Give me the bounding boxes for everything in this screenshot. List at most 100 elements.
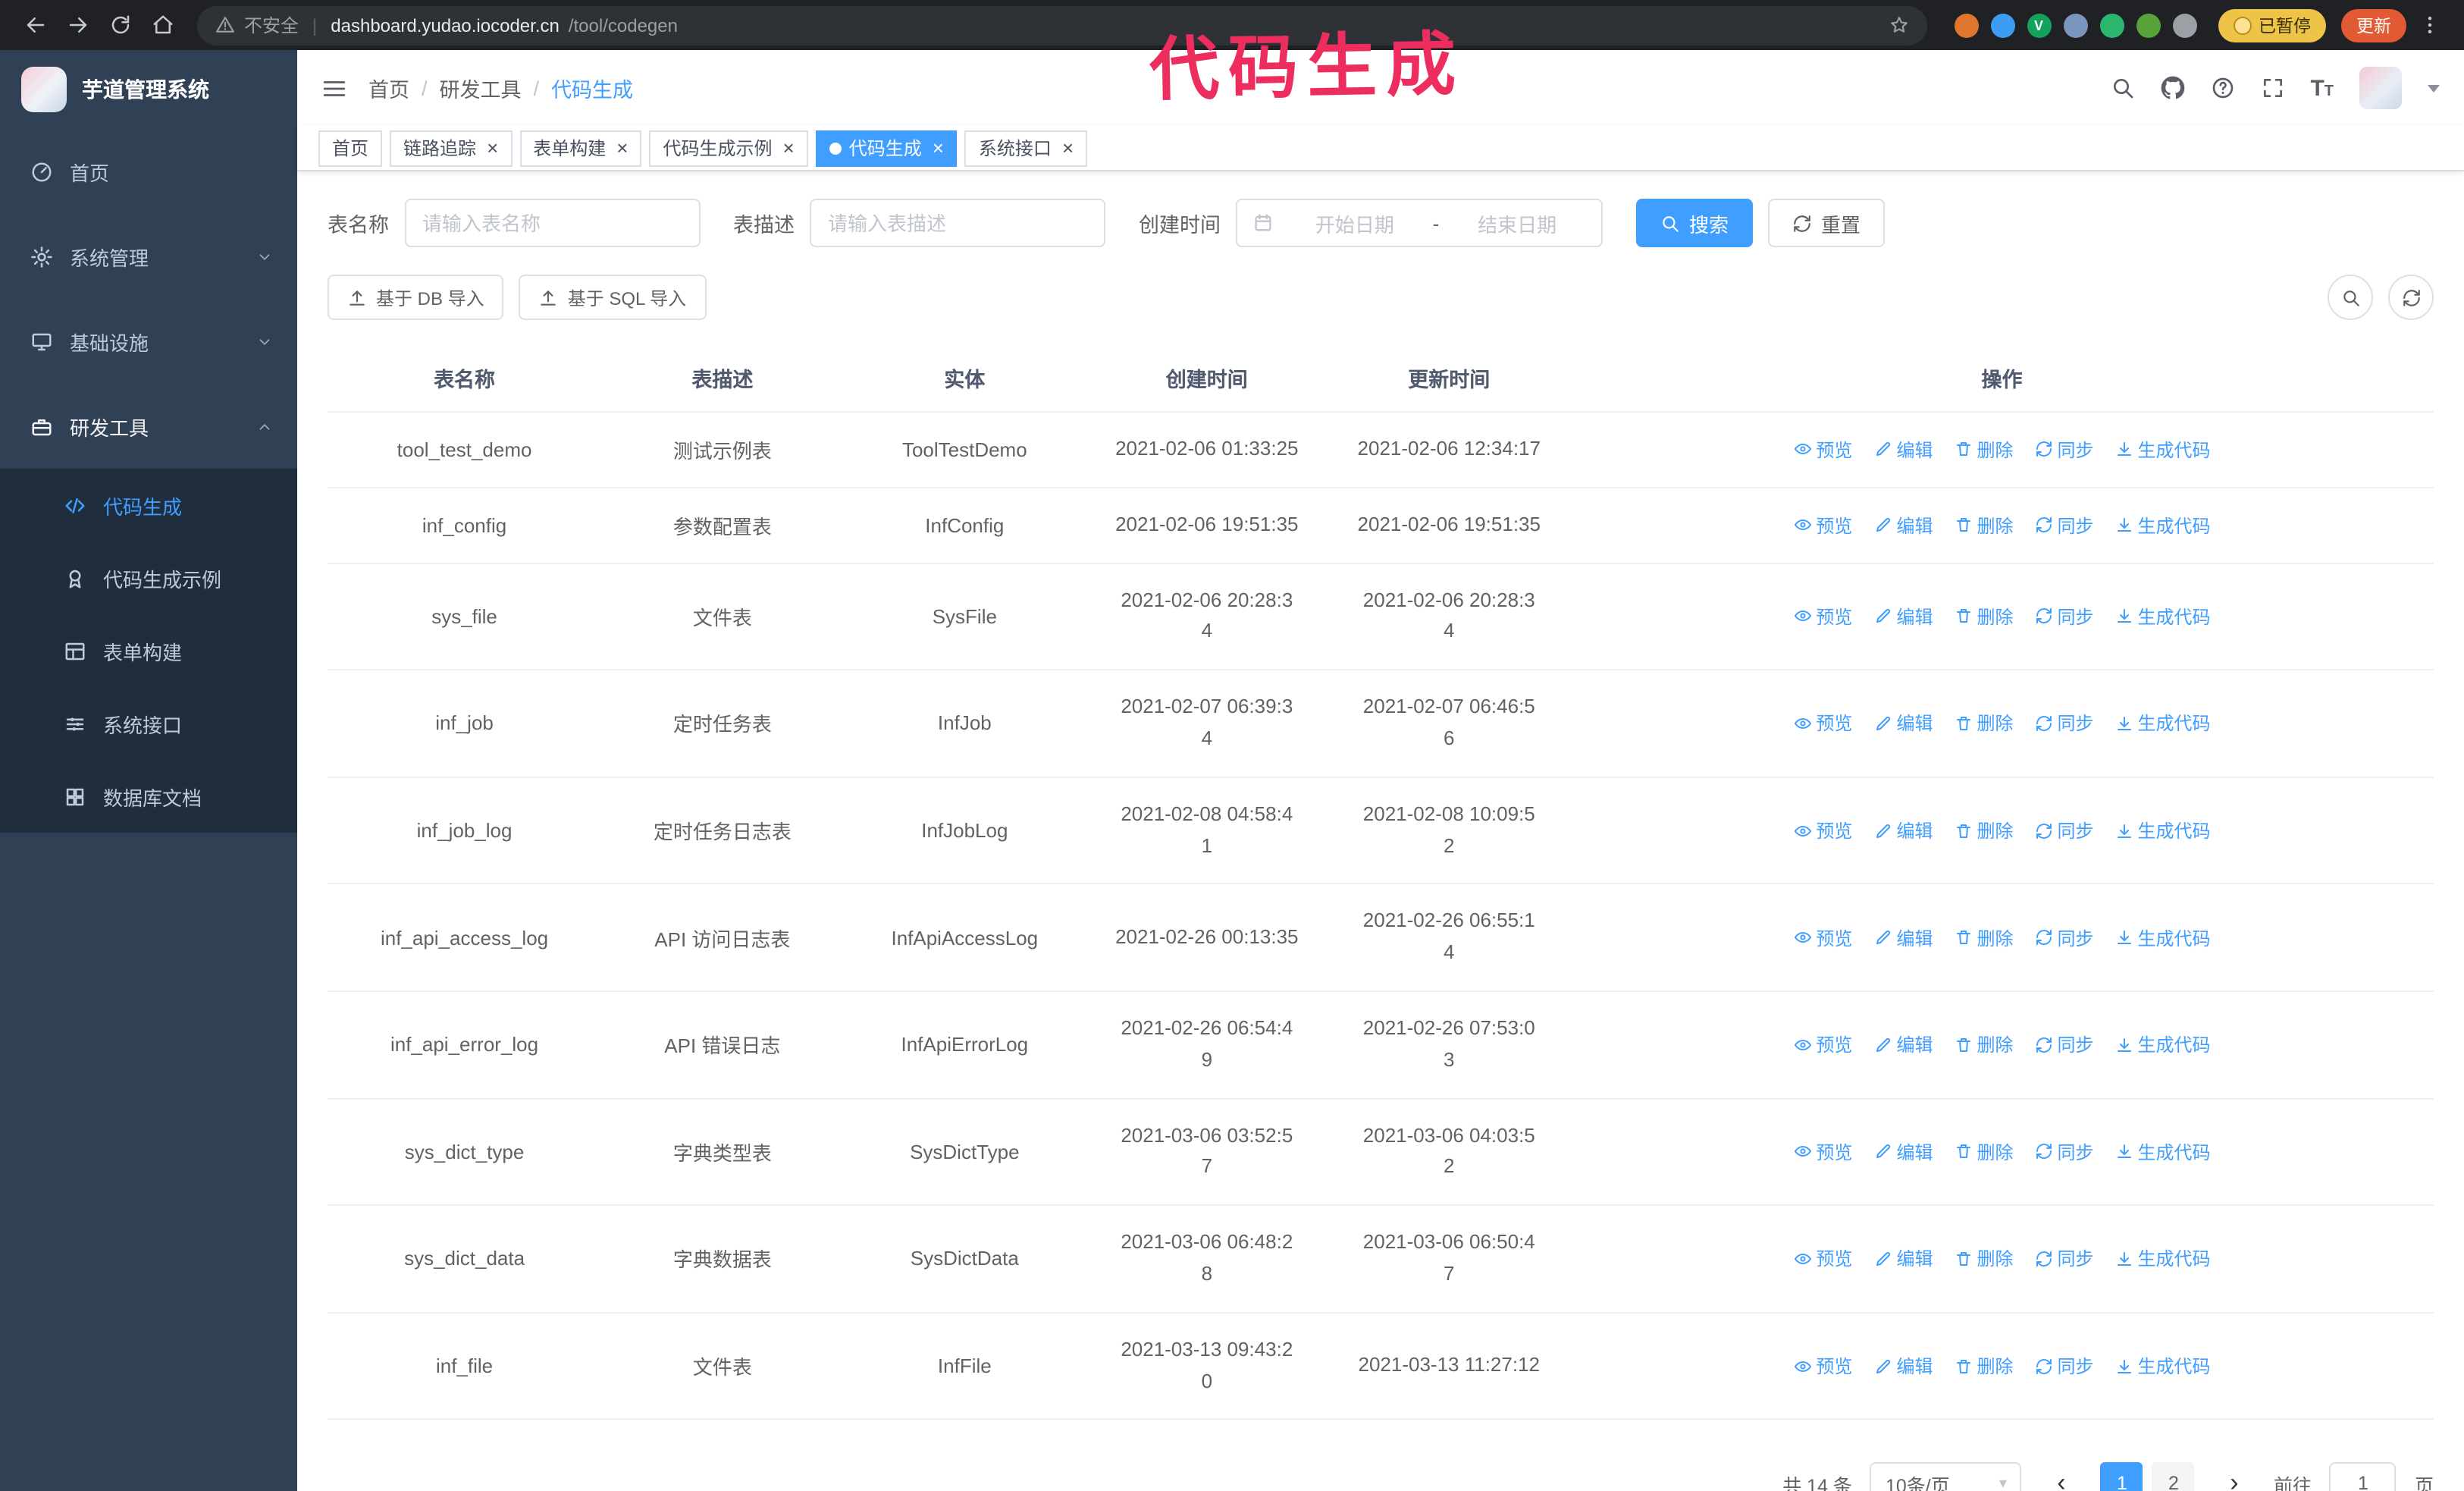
eye-action-link[interactable]: 预览 xyxy=(1793,1032,1852,1058)
eye-action-link[interactable]: 预览 xyxy=(1793,818,1852,843)
eye-action-link[interactable]: 预览 xyxy=(1793,1353,1852,1379)
font-size-icon[interactable]: TT xyxy=(2310,77,2334,99)
eye-action-link[interactable]: 预览 xyxy=(1793,711,1852,736)
tab-6[interactable]: 系统接口 × xyxy=(964,130,1088,166)
page-button-2[interactable]: 2 xyxy=(2152,1462,2195,1491)
tab-3[interactable]: 表单构建 × xyxy=(519,130,642,166)
breadcrumb-item-2[interactable]: 研发工具 xyxy=(440,73,522,103)
edit-action-link[interactable]: 编辑 xyxy=(1873,1246,1933,1272)
goto-page-input[interactable] xyxy=(2329,1462,2397,1491)
breadcrumb-item-1[interactable]: 首页 xyxy=(368,73,409,103)
sync-action-link[interactable]: 同步 xyxy=(2035,437,2094,463)
sync-action-link[interactable]: 同步 xyxy=(2035,1032,2094,1058)
edit-action-link[interactable]: 编辑 xyxy=(1873,1032,1933,1058)
eye-action-link[interactable]: 预览 xyxy=(1793,1139,1852,1165)
close-icon[interactable]: × xyxy=(487,138,498,158)
v-extension-icon[interactable]: V xyxy=(2027,13,2051,37)
tab-4[interactable]: 代码生成示例 × xyxy=(649,130,808,166)
sync-action-link[interactable]: 同步 xyxy=(2035,512,2094,538)
edit-action-link[interactable]: 编辑 xyxy=(1873,437,1933,463)
bookmark-star-icon[interactable] xyxy=(1889,15,1908,35)
tab-5[interactable]: 代码生成 × xyxy=(815,130,958,166)
sidebar-item-7[interactable]: 表单构建 xyxy=(0,614,297,687)
download-action-link[interactable]: 生成代码 xyxy=(2115,1139,2211,1165)
delete-action-link[interactable]: 删除 xyxy=(1954,1353,2014,1379)
security-label[interactable]: 不安全 xyxy=(244,12,299,38)
table-name-input[interactable] xyxy=(404,199,700,247)
eye-action-link[interactable]: 预览 xyxy=(1793,924,1852,950)
edit-action-link[interactable]: 编辑 xyxy=(1873,512,1933,538)
edit-action-link[interactable]: 编辑 xyxy=(1873,1139,1933,1165)
delete-action-link[interactable]: 删除 xyxy=(1954,512,2014,538)
browser-home-button[interactable] xyxy=(143,5,182,45)
download-action-link[interactable]: 生成代码 xyxy=(2115,604,2211,629)
prev-page-button[interactable]: ‹ xyxy=(2040,1463,2083,1491)
sync-action-link[interactable]: 同步 xyxy=(2035,1246,2094,1272)
browser-update-button[interactable]: 更新 xyxy=(2341,8,2406,42)
sync-action-link[interactable]: 同步 xyxy=(2035,1139,2094,1165)
tab-2[interactable]: 链路追踪 × xyxy=(390,130,513,166)
download-action-link[interactable]: 生成代码 xyxy=(2115,1353,2211,1379)
sidebar-toggle-button[interactable] xyxy=(321,75,347,101)
sync-action-link[interactable]: 同步 xyxy=(2035,1353,2094,1379)
edit-action-link[interactable]: 编辑 xyxy=(1873,711,1933,736)
search-icon[interactable] xyxy=(2110,76,2134,100)
import-sql-button[interactable]: 基于 SQL 导入 xyxy=(519,275,707,320)
download-action-link[interactable]: 生成代码 xyxy=(2115,711,2211,736)
eye-action-link[interactable]: 预览 xyxy=(1793,604,1852,629)
table-desc-input[interactable] xyxy=(810,199,1105,247)
download-action-link[interactable]: 生成代码 xyxy=(2115,1246,2211,1272)
sidebar-item-5[interactable]: 代码生成 xyxy=(0,469,297,541)
edit-action-link[interactable]: 编辑 xyxy=(1873,818,1933,843)
avatar-caret-icon[interactable] xyxy=(2428,84,2440,92)
import-db-button[interactable]: 基于 DB 导入 xyxy=(328,275,504,320)
fox-extension-icon[interactable] xyxy=(1954,13,1978,37)
sync-action-link[interactable]: 同步 xyxy=(2035,604,2094,629)
page-size-select[interactable]: 10条/页 ▾ xyxy=(1870,1462,2022,1491)
date-end-placeholder[interactable]: 结束日期 xyxy=(1448,209,1586,237)
delete-action-link[interactable]: 删除 xyxy=(1954,818,2014,843)
edit-action-link[interactable]: 编辑 xyxy=(1873,1353,1933,1379)
reset-button[interactable]: 重置 xyxy=(1768,199,1886,247)
sidebar-item-3[interactable]: 基础设施 xyxy=(0,299,297,384)
github-icon[interactable] xyxy=(2160,76,2184,100)
sidebar-item-2[interactable]: 系统管理 xyxy=(0,214,297,299)
delete-action-link[interactable]: 删除 xyxy=(1954,437,2014,463)
wallet-extension-icon[interactable] xyxy=(2099,13,2124,37)
delete-action-link[interactable]: 删除 xyxy=(1954,604,2014,629)
leaf-extension-icon[interactable] xyxy=(2136,13,2160,37)
sidebar-item-9[interactable]: 数据库文档 xyxy=(0,760,297,833)
eye-action-link[interactable]: 预览 xyxy=(1793,437,1852,463)
close-icon[interactable]: × xyxy=(616,138,628,158)
address-bar[interactable]: 不安全 | dashboard.yudao.iocoder.cn/tool/co… xyxy=(197,5,1926,45)
download-action-link[interactable]: 生成代码 xyxy=(2115,818,2211,843)
app-logo[interactable]: 芋道管理系统 xyxy=(0,50,297,129)
download-action-link[interactable]: 生成代码 xyxy=(2115,1032,2211,1058)
tab-1[interactable]: 首页 xyxy=(318,130,383,166)
delete-action-link[interactable]: 删除 xyxy=(1954,1246,2014,1272)
delete-action-link[interactable]: 删除 xyxy=(1954,1032,2014,1058)
puzzle-extension-icon[interactable] xyxy=(2172,13,2196,37)
search-button[interactable]: 搜索 xyxy=(1636,199,1754,247)
sidebar-item-4[interactable]: 研发工具 xyxy=(0,384,297,469)
eye-action-link[interactable]: 预览 xyxy=(1793,512,1852,538)
refresh-table-button[interactable] xyxy=(2388,275,2434,320)
next-page-button[interactable]: › xyxy=(2213,1463,2256,1491)
profile-paused-badge[interactable]: 已暂停 xyxy=(2218,8,2326,42)
sync-action-link[interactable]: 同步 xyxy=(2035,924,2094,950)
sync-action-link[interactable]: 同步 xyxy=(2035,818,2094,843)
people-extension-icon[interactable] xyxy=(2063,13,2087,37)
date-start-placeholder[interactable]: 开始日期 xyxy=(1286,209,1424,237)
close-icon[interactable]: × xyxy=(933,138,944,158)
date-range-picker[interactable]: 开始日期 - 结束日期 xyxy=(1236,199,1603,247)
delete-action-link[interactable]: 删除 xyxy=(1954,924,2014,950)
download-action-link[interactable]: 生成代码 xyxy=(2115,512,2211,538)
page-button-1[interactable]: 1 xyxy=(2100,1462,2143,1491)
drop-extension-icon[interactable] xyxy=(1990,13,2014,37)
sidebar-item-6[interactable]: 代码生成示例 xyxy=(0,541,297,614)
delete-action-link[interactable]: 删除 xyxy=(1954,1139,2014,1165)
sync-action-link[interactable]: 同步 xyxy=(2035,711,2094,736)
close-icon[interactable]: × xyxy=(783,138,795,158)
edit-action-link[interactable]: 编辑 xyxy=(1873,604,1933,629)
close-icon[interactable]: × xyxy=(1062,138,1074,158)
